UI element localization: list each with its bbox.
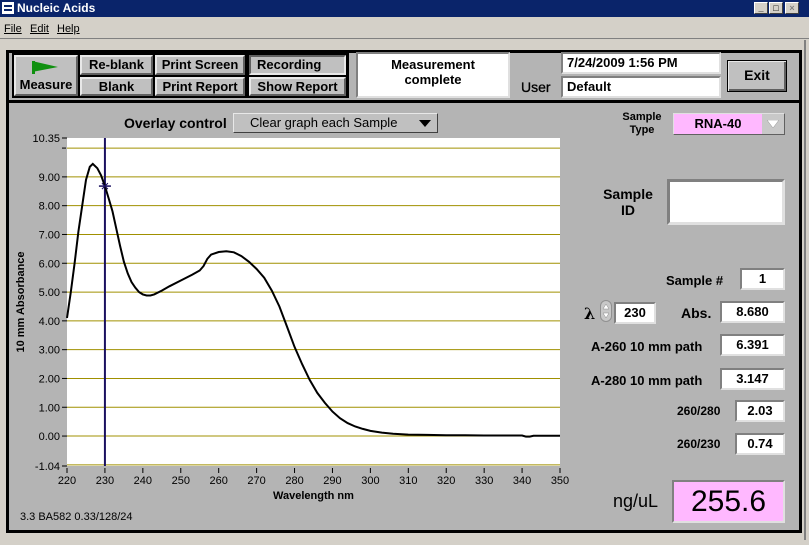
absorbance-chart: 10.35 9.00 8.00 7.00 6.00 5.00 4.00 3.00 2.00 1.0… xyxy=(15,133,569,502)
user-field[interactable]: Default xyxy=(561,76,721,98)
sample-type-label: Sample Type xyxy=(612,111,672,137)
a260-value: 6.391 xyxy=(720,334,785,356)
show-report-button[interactable]: Show Report xyxy=(249,77,346,96)
app-icon[interactable] xyxy=(2,2,14,14)
measure-label: Measure xyxy=(19,77,73,92)
x-tick-label: 250 xyxy=(172,475,190,487)
sample-id-label-line1: Sample xyxy=(603,186,653,202)
y-tick-label: 8.00 xyxy=(39,201,60,213)
sample-type-dropdown[interactable]: RNA-40 xyxy=(673,113,785,135)
ratio-260-230-value: 0.74 xyxy=(735,433,785,455)
wavelength-spinner[interactable] xyxy=(600,300,612,322)
sample-type-label-line1: Sample xyxy=(622,111,662,123)
status-line-1: Measurement xyxy=(391,57,475,72)
plot-area[interactable] xyxy=(67,138,560,466)
status-line-2: complete xyxy=(404,72,462,87)
y-tick-label: 10.35 xyxy=(32,133,60,145)
x-tick-label: 310 xyxy=(399,475,417,487)
menu-edit[interactable]: Edit xyxy=(30,23,49,35)
y-tick-label: 3.00 xyxy=(39,345,60,357)
title-bar: Nucleic Acids _ □ × xyxy=(0,0,809,17)
datetime-display: 7/24/2009 1:56 PM xyxy=(561,52,721,74)
x-tick-label: 330 xyxy=(475,475,493,487)
x-axis-label: Wavelength nm xyxy=(273,490,354,502)
menu-file-label: File xyxy=(4,23,22,35)
abs-label: Abs. xyxy=(681,305,712,321)
menu-file[interactable]: File xyxy=(4,23,22,35)
ratio-260-280-value: 2.03 xyxy=(735,400,785,422)
blank-button[interactable]: Blank xyxy=(80,77,153,96)
version-info: 3.3 BA582 0.33/128/24 xyxy=(20,511,133,523)
x-tick-label: 290 xyxy=(323,475,341,487)
sample-type-label-line2: Type xyxy=(629,124,655,136)
sample-number-value: 1 xyxy=(740,268,785,290)
sample-id-field[interactable] xyxy=(667,179,785,225)
x-tick-label: 240 xyxy=(134,475,152,487)
overlay-control-label: Overlay control xyxy=(124,115,227,131)
menu-help-label: Help xyxy=(57,23,80,35)
sample-type-value: RNA-40 xyxy=(694,116,742,131)
flag-icon xyxy=(32,61,58,74)
menu-bar: File Edit Help xyxy=(0,19,809,39)
y-tick-label: 4.00 xyxy=(39,316,60,328)
y-tick-label: 7.00 xyxy=(39,229,60,241)
sample-id-label-line2: ID xyxy=(621,202,635,218)
status-box: Measurement complete xyxy=(356,52,510,98)
window-edge xyxy=(804,40,806,540)
y-tick-label: 0.00 xyxy=(39,431,60,443)
y-tick-label: 1.00 xyxy=(39,402,60,414)
window-title: Nucleic Acids xyxy=(17,1,96,15)
sample-number-label: Sample # xyxy=(666,273,724,288)
concentration-value: 255.6 xyxy=(672,480,785,523)
x-tick-label: 270 xyxy=(247,475,265,487)
y-tick-label: 9.00 xyxy=(39,172,60,184)
y-tick-label: 5.00 xyxy=(39,287,60,299)
x-tick-label: 340 xyxy=(513,475,531,487)
concentration-label: ng/uL xyxy=(613,491,659,511)
minimize-button[interactable]: _ xyxy=(754,2,768,14)
spinner-arrows-icon xyxy=(602,303,610,319)
sample-id-label: Sample ID xyxy=(595,186,661,218)
abs-value: 8.680 xyxy=(720,301,785,323)
x-tick-label: 260 xyxy=(210,475,228,487)
a260-label: A-260 10 mm path xyxy=(591,339,703,354)
ratio-260-280-label: 260/280 xyxy=(677,404,721,418)
overlay-control-value: Clear graph each Sample xyxy=(250,115,398,130)
x-tick-label: 280 xyxy=(285,475,303,487)
menu-help[interactable]: Help xyxy=(57,23,80,35)
exit-button[interactable]: Exit xyxy=(727,60,787,92)
a280-label: A-280 10 mm path xyxy=(591,373,703,388)
print-report-button[interactable]: Print Report xyxy=(155,77,245,96)
recording-button[interactable]: Recording xyxy=(249,55,346,75)
y-axis-label: 10 mm Absorbance xyxy=(15,251,27,352)
user-label: User xyxy=(521,79,551,95)
y-tick-label: -1.04 xyxy=(35,461,60,473)
sample-type-dropdown-button[interactable] xyxy=(762,114,784,134)
reblank-button[interactable]: Re-blank xyxy=(80,55,153,75)
measure-button[interactable]: Measure xyxy=(14,55,78,96)
x-tick-label: 230 xyxy=(96,475,114,487)
y-tick-label: 2.00 xyxy=(39,373,60,385)
maximize-button[interactable]: □ xyxy=(769,2,783,14)
lambda-symbol: λ xyxy=(584,304,596,323)
close-button[interactable]: × xyxy=(785,2,799,14)
print-screen-button[interactable]: Print Screen xyxy=(155,55,245,75)
x-tick-label: 300 xyxy=(361,475,379,487)
dropdown-arrow-icon xyxy=(767,120,779,128)
y-tick-label: 6.00 xyxy=(39,258,60,270)
x-tick-label: 220 xyxy=(58,475,76,487)
x-tick-label: 320 xyxy=(437,475,455,487)
dropdown-arrow-icon xyxy=(419,120,431,127)
menu-edit-label: Edit xyxy=(30,23,49,35)
ratio-260-230-label: 260/230 xyxy=(677,437,721,451)
x-tick-label: 350 xyxy=(551,475,569,487)
a280-value: 3.147 xyxy=(720,368,785,390)
panel-divider xyxy=(9,100,799,103)
wavelength-input[interactable]: 230 xyxy=(614,302,656,324)
